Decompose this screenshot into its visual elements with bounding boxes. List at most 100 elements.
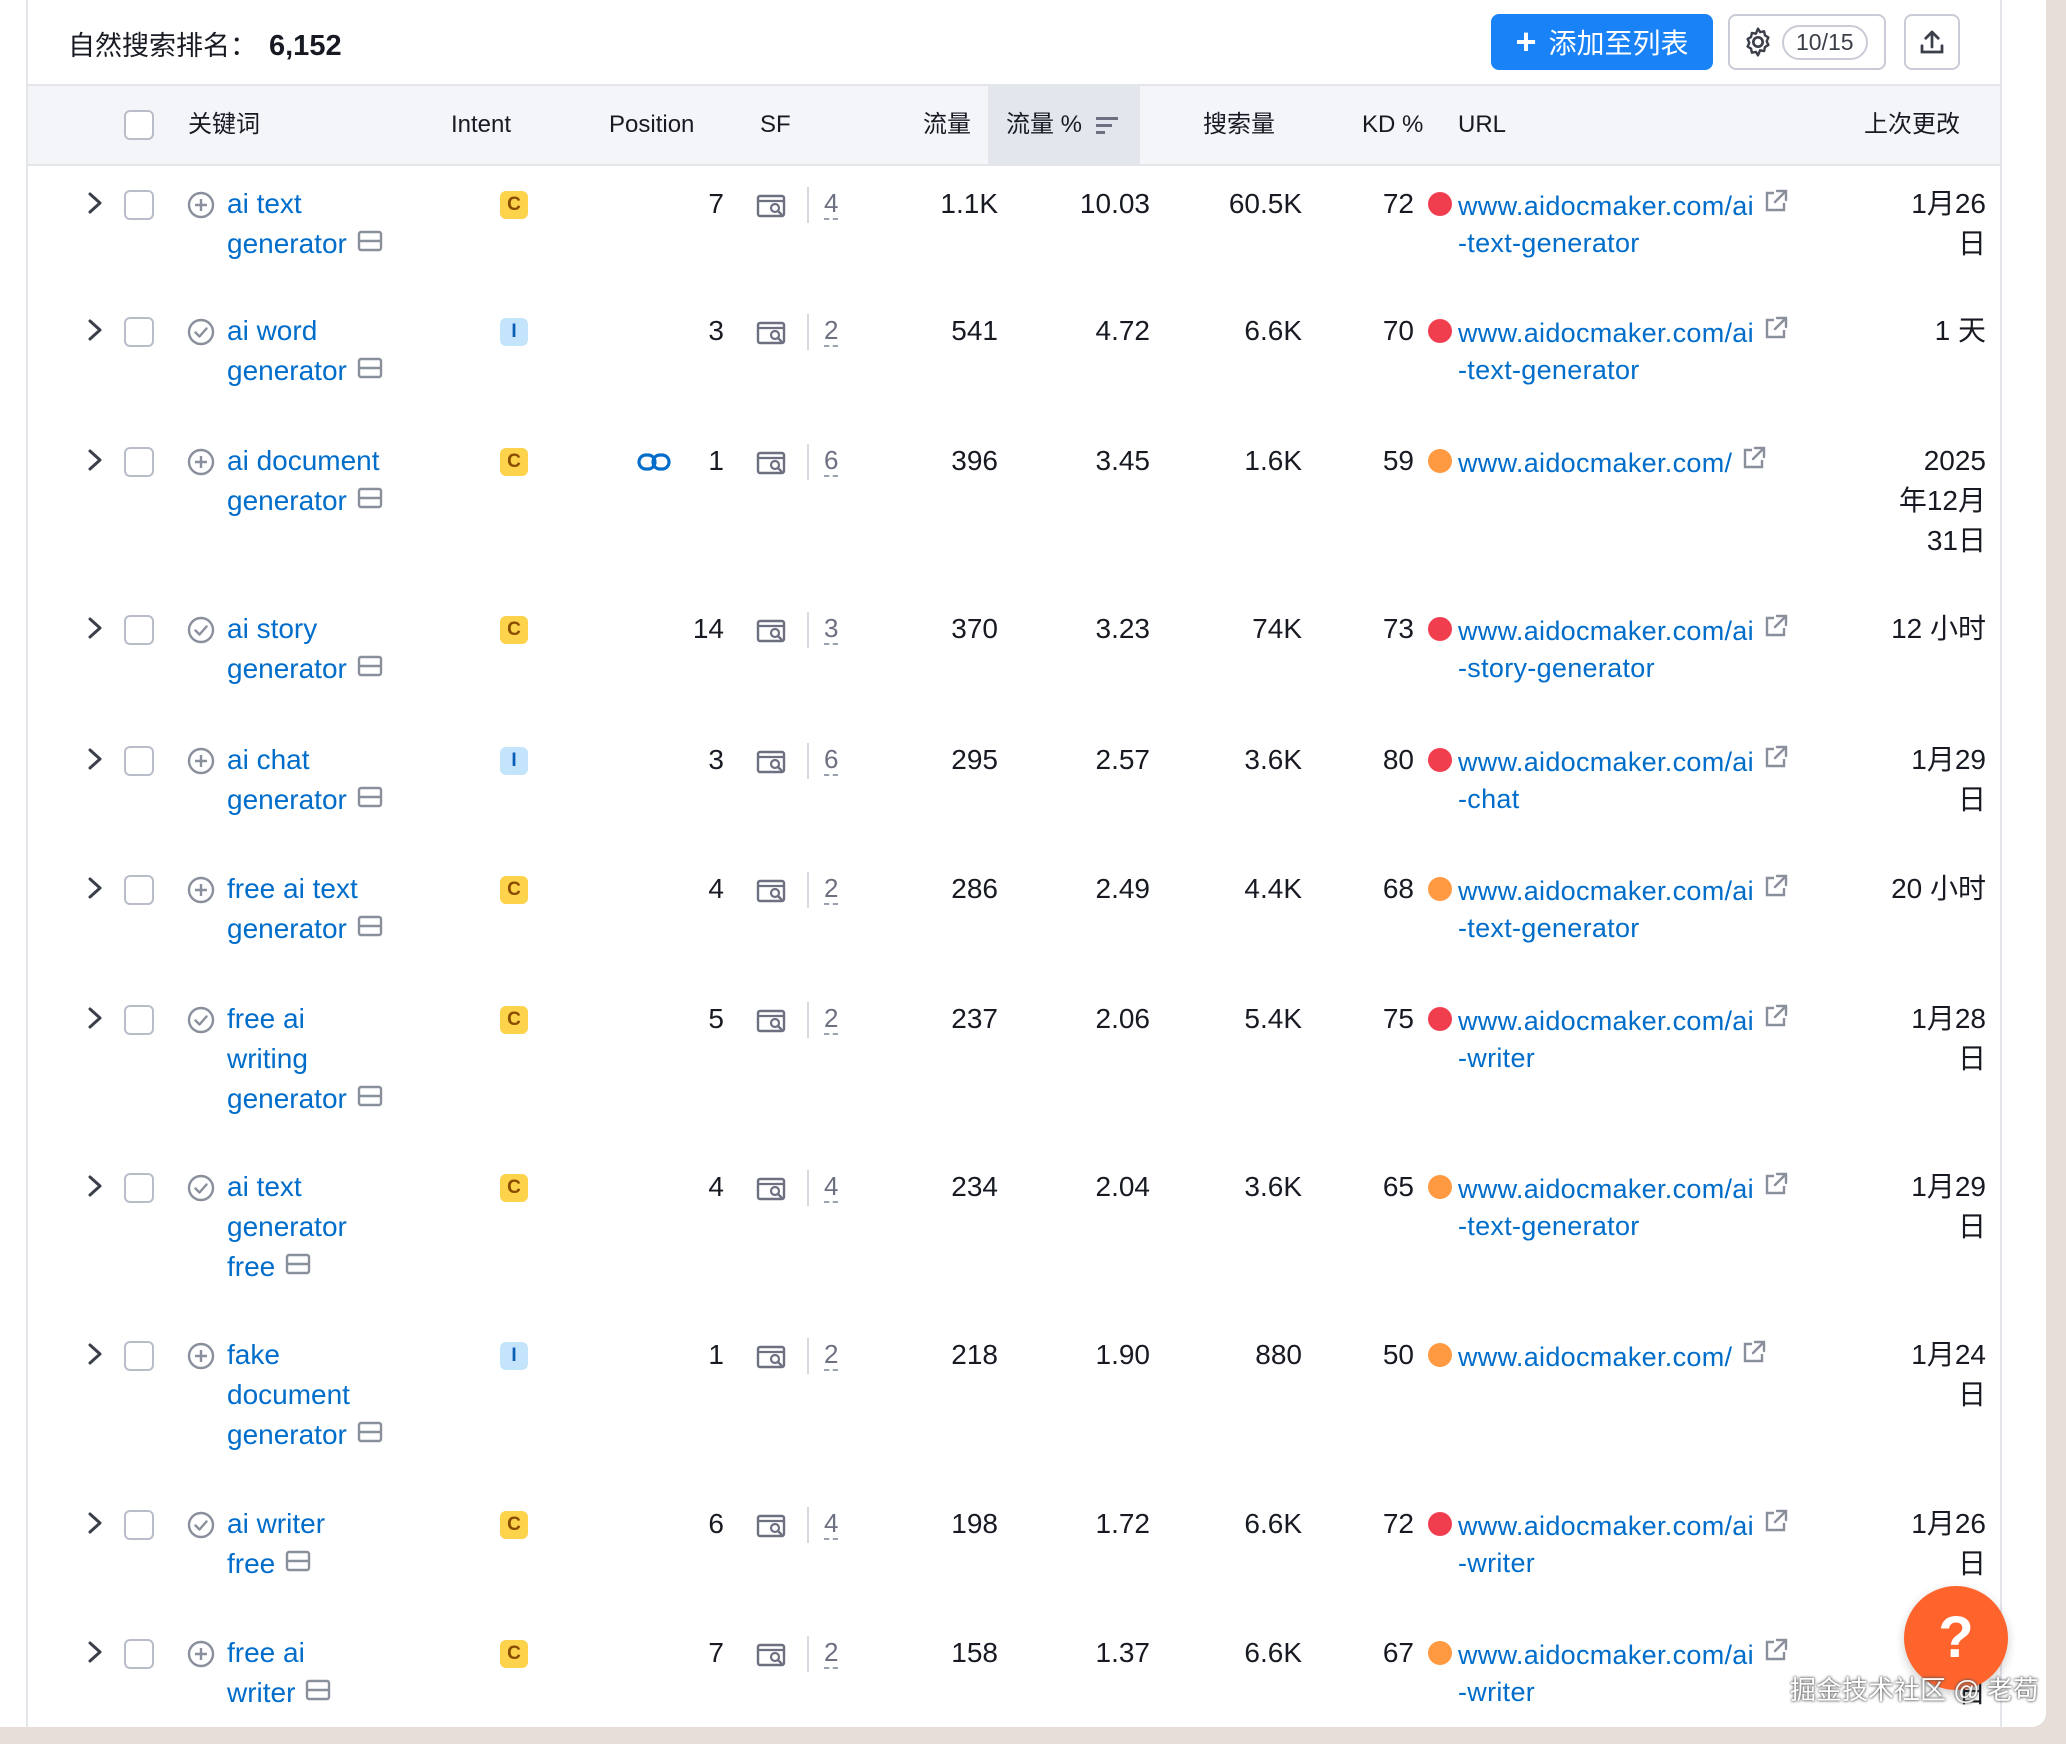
serp-features-count[interactable]: 4 (824, 188, 839, 220)
serp-features-icon[interactable] (756, 876, 790, 904)
external-link-icon[interactable] (1762, 1635, 1790, 1675)
row-checkbox[interactable] (124, 875, 154, 905)
serp-features-icon[interactable] (756, 1342, 790, 1370)
ranking-url-link[interactable]: www.aidocmaker.com/ai -writer (1458, 1001, 1838, 1075)
serp-icon[interactable] (285, 1544, 311, 1584)
serp-features-count[interactable]: 3 (824, 613, 839, 645)
intent-badge[interactable]: C (500, 448, 528, 476)
col-position[interactable]: Position (609, 86, 694, 164)
serp-features-icon[interactable] (756, 1174, 790, 1202)
serp-icon[interactable] (357, 780, 383, 820)
serp-icon[interactable] (357, 351, 383, 391)
external-link-icon[interactable] (1762, 1001, 1790, 1041)
external-link-icon[interactable] (1740, 1337, 1768, 1377)
expand-row-button[interactable] (84, 1171, 112, 1203)
expand-row-button[interactable] (84, 1637, 112, 1669)
external-link-icon[interactable] (1762, 1506, 1790, 1546)
keyword-link[interactable]: ai story generator (227, 609, 467, 689)
serp-icon[interactable] (357, 909, 383, 949)
row-checkbox[interactable] (124, 1341, 154, 1371)
intent-badge[interactable]: I (500, 747, 528, 775)
serp-features-icon[interactable] (756, 1640, 790, 1668)
serp-features-count[interactable]: 2 (824, 315, 839, 347)
serp-icon[interactable] (357, 224, 383, 264)
external-link-icon[interactable] (1762, 313, 1790, 353)
expand-row-button[interactable] (84, 1003, 112, 1035)
ranking-url-link[interactable]: www.aidocmaker.com/ai -text-generator (1458, 871, 1838, 945)
ranking-url-link[interactable]: www.aidocmaker.com/ (1458, 443, 1838, 483)
intent-badge[interactable]: I (500, 318, 528, 346)
serp-features-icon[interactable] (756, 747, 790, 775)
serp-features-count[interactable]: 4 (824, 1171, 839, 1203)
keyword-link[interactable]: ai chat generator (227, 740, 467, 820)
row-checkbox[interactable] (124, 615, 154, 645)
intent-badge[interactable]: C (500, 191, 528, 219)
row-checkbox[interactable] (124, 1005, 154, 1035)
row-checkbox[interactable] (124, 1173, 154, 1203)
intent-badge[interactable]: C (500, 1511, 528, 1539)
col-sf[interactable]: SF (760, 86, 791, 164)
serp-icon[interactable] (357, 649, 383, 689)
external-link-icon[interactable] (1762, 611, 1790, 651)
intent-badge[interactable]: C (500, 616, 528, 644)
col-traffic[interactable]: 流量 (923, 86, 971, 164)
serp-icon[interactable] (357, 1415, 383, 1455)
export-button[interactable] (1904, 14, 1960, 70)
keyword-link[interactable]: ai word generator (227, 311, 467, 391)
expand-row-button[interactable] (84, 613, 112, 645)
row-checkbox[interactable] (124, 1510, 154, 1540)
serp-icon[interactable] (357, 1079, 383, 1119)
expand-row-button[interactable] (84, 188, 112, 220)
intent-badge[interactable]: C (500, 876, 528, 904)
serp-features-icon[interactable] (756, 616, 790, 644)
select-all-checkbox[interactable] (124, 110, 154, 140)
serp-icon[interactable] (285, 1247, 311, 1287)
serp-features-count[interactable]: 2 (824, 873, 839, 905)
serp-icon[interactable] (305, 1673, 331, 1713)
expand-row-button[interactable] (84, 445, 112, 477)
external-link-icon[interactable] (1762, 1169, 1790, 1209)
keyword-link[interactable]: free ai text generator (227, 869, 467, 949)
expand-row-button[interactable] (84, 744, 112, 776)
ranking-url-link[interactable]: www.aidocmaker.com/ai -text-generator (1458, 313, 1838, 387)
add-to-list-button[interactable]: + 添加至列表 (1491, 14, 1713, 70)
serp-features-count[interactable]: 6 (824, 445, 839, 477)
ranking-url-link[interactable]: www.aidocmaker.com/ (1458, 1337, 1838, 1377)
keyword-link[interactable]: ai writer free (227, 1504, 467, 1584)
ranking-url-link[interactable]: www.aidocmaker.com/ai -text-generator (1458, 186, 1838, 260)
keyword-link[interactable]: ai document generator (227, 441, 467, 521)
row-checkbox[interactable] (124, 190, 154, 220)
serp-features-icon[interactable] (756, 191, 790, 219)
ranking-url-link[interactable]: www.aidocmaker.com/ai -writer (1458, 1635, 1838, 1709)
expand-row-button[interactable] (84, 315, 112, 347)
intent-badge[interactable]: C (500, 1006, 528, 1034)
external-link-icon[interactable] (1740, 443, 1768, 483)
ranking-url-link[interactable]: www.aidocmaker.com/ai -text-generator (1458, 1169, 1838, 1243)
external-link-icon[interactable] (1762, 742, 1790, 782)
row-checkbox[interactable] (124, 746, 154, 776)
serp-features-count[interactable]: 6 (824, 744, 839, 776)
external-link-icon[interactable] (1762, 871, 1790, 911)
row-checkbox[interactable] (124, 1639, 154, 1669)
col-intent[interactable]: Intent (451, 86, 511, 164)
ranking-url-link[interactable]: www.aidocmaker.com/ai -chat (1458, 742, 1838, 816)
serp-features-count[interactable]: 2 (824, 1637, 839, 1669)
external-link-icon[interactable] (1762, 186, 1790, 226)
col-traffic-pct[interactable]: 流量 % (988, 86, 1140, 164)
keyword-link[interactable]: free ai writing generator (227, 999, 467, 1119)
serp-features-count[interactable]: 2 (824, 1339, 839, 1371)
expand-row-button[interactable] (84, 1508, 112, 1540)
expand-row-button[interactable] (84, 1339, 112, 1371)
serp-features-count[interactable]: 4 (824, 1508, 839, 1540)
serp-features-icon[interactable] (756, 448, 790, 476)
intent-badge[interactable]: C (500, 1174, 528, 1202)
serp-features-icon[interactable] (756, 1006, 790, 1034)
intent-badge[interactable]: C (500, 1640, 528, 1668)
intent-badge[interactable]: I (500, 1342, 528, 1370)
keyword-link[interactable]: ai text generator (227, 184, 467, 264)
col-last-update[interactable]: 上次更改 (1864, 86, 1960, 164)
serp-features-icon[interactable] (756, 318, 790, 346)
expand-row-button[interactable] (84, 873, 112, 905)
col-volume[interactable]: 搜索量 (1203, 86, 1275, 164)
serp-icon[interactable] (357, 481, 383, 521)
